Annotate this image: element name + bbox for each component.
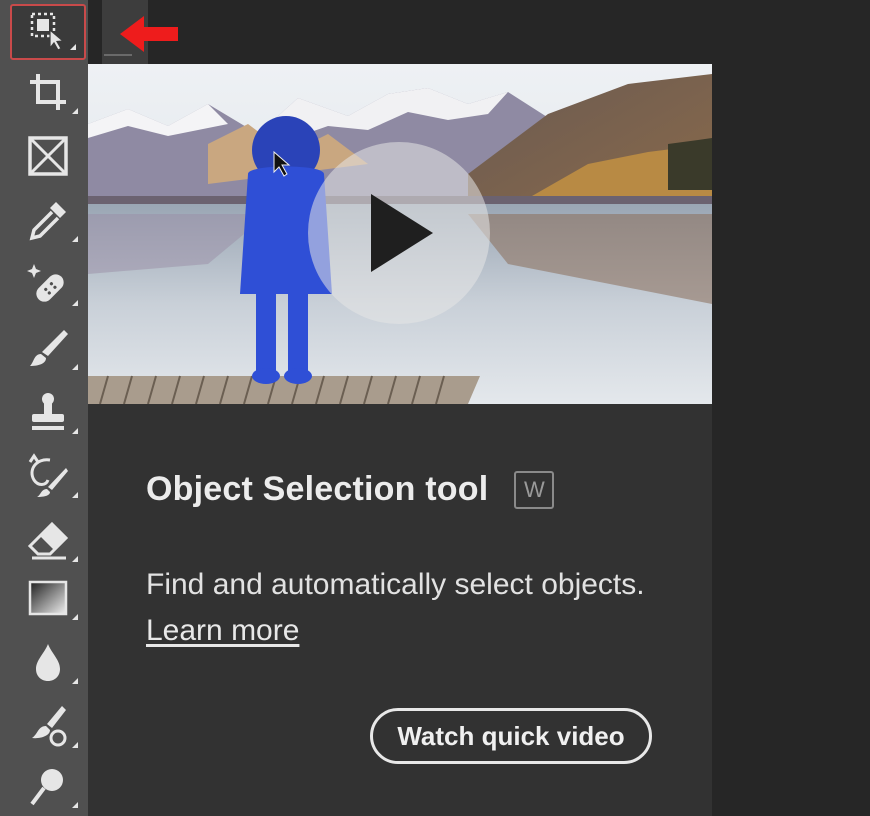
gradient-tool-button[interactable] bbox=[10, 572, 86, 628]
flyout-indicator bbox=[72, 556, 78, 562]
gradient-icon bbox=[24, 574, 72, 627]
eyedropper-tool-button[interactable] bbox=[10, 194, 86, 250]
video-thumbnail[interactable] bbox=[88, 64, 712, 404]
brush-tool-button[interactable] bbox=[10, 322, 86, 378]
flyout-indicator bbox=[72, 614, 78, 620]
flyout-indicator bbox=[72, 492, 78, 498]
frame-icon bbox=[24, 132, 72, 185]
play-button[interactable] bbox=[308, 142, 490, 324]
flyout-indicator bbox=[72, 428, 78, 434]
blur-tool-button[interactable] bbox=[10, 636, 86, 692]
dodge-tool-button[interactable] bbox=[10, 760, 86, 816]
flyout-indicator bbox=[70, 44, 76, 50]
flyout-indicator bbox=[72, 742, 78, 748]
eyedropper-icon bbox=[24, 196, 72, 249]
photoshop-window: Object Selection tool W Find and automat… bbox=[0, 0, 870, 816]
crop-tool-button[interactable] bbox=[10, 66, 86, 122]
tool-title: Object Selection tool bbox=[146, 470, 489, 508]
eraser-tool-button[interactable] bbox=[10, 514, 86, 570]
shortcut-key-badge: W bbox=[514, 470, 555, 509]
description-text: Find and automatically select objects. bbox=[146, 568, 645, 601]
eraser-icon bbox=[24, 516, 72, 569]
play-icon bbox=[371, 194, 433, 272]
object-selection-tool-button[interactable] bbox=[10, 4, 86, 60]
tools-panel bbox=[0, 0, 88, 816]
red-arrow-icon bbox=[116, 12, 182, 61]
rich-tooltip-panel: Object Selection tool W Find and automat… bbox=[88, 64, 712, 816]
flyout-indicator bbox=[72, 300, 78, 306]
learn-more-link[interactable]: Learn more bbox=[146, 614, 299, 647]
frame-tool-button[interactable] bbox=[10, 130, 86, 186]
tooltip-title-row: Object Selection tool W bbox=[146, 470, 555, 509]
dodge-burn-icon bbox=[24, 702, 72, 755]
flyout-indicator bbox=[72, 364, 78, 370]
crop-icon bbox=[24, 68, 72, 121]
clone-stamp-tool-button[interactable] bbox=[10, 386, 86, 442]
tool-description: Find and automatically select objects. L… bbox=[146, 562, 666, 654]
flyout-indicator bbox=[72, 236, 78, 242]
object-selection-icon bbox=[24, 6, 72, 59]
flyout-indicator bbox=[72, 802, 78, 808]
flyout-indicator bbox=[72, 678, 78, 684]
history-brush-icon bbox=[24, 452, 72, 505]
mixer-brush-tool-button[interactable] bbox=[10, 700, 86, 756]
clone-stamp-icon bbox=[24, 388, 72, 441]
history-brush-tool-button[interactable] bbox=[10, 450, 86, 506]
brush-icon bbox=[24, 324, 72, 377]
watch-quick-video-button[interactable]: Watch quick video bbox=[370, 708, 652, 764]
flyout-indicator bbox=[72, 108, 78, 114]
healing-brush-tool-button[interactable] bbox=[10, 258, 86, 314]
healing-brush-icon bbox=[24, 260, 72, 313]
dodge-icon bbox=[24, 762, 72, 815]
blur-icon bbox=[24, 638, 72, 691]
